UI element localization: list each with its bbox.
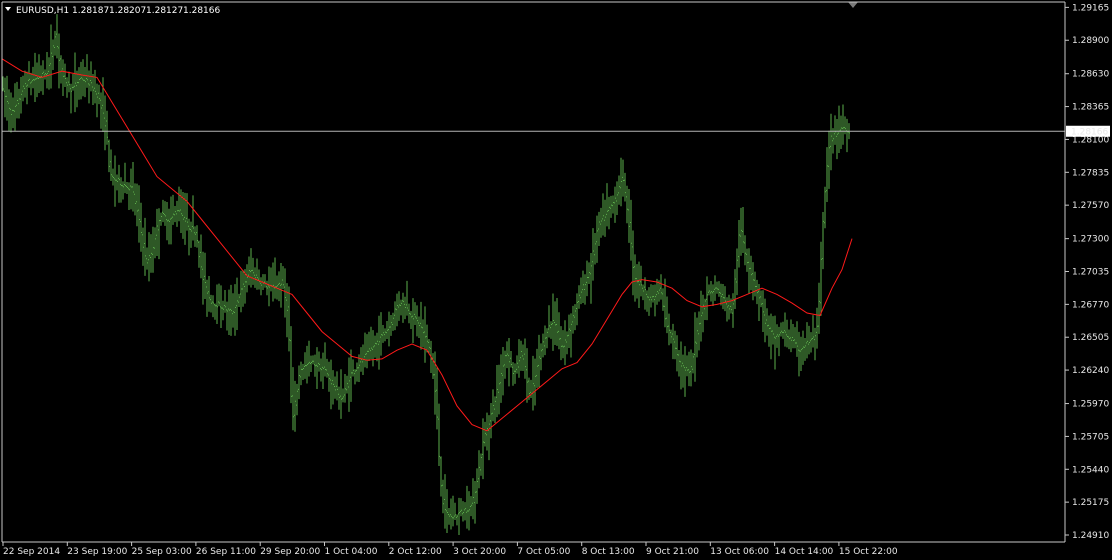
price-tick-label: 1.28630: [1072, 70, 1109, 80]
time-tick-label: 3 Oct 20:00: [453, 547, 506, 557]
price-tick-label: 1.25440: [1072, 465, 1109, 475]
price-tick-label: 1.25175: [1072, 498, 1109, 508]
time-tick-label: 1 Oct 04:00: [325, 547, 378, 557]
price-tick-label: 1.29165: [1072, 3, 1109, 13]
time-tick-label: 25 Sep 03:00: [132, 547, 192, 557]
price-tick-label: 1.28900: [1072, 36, 1109, 46]
price-tick-label: 1.25970: [1072, 400, 1109, 410]
time-tick-label: 8 Oct 13:00: [582, 547, 635, 557]
price-tick-label: 1.27300: [1072, 235, 1109, 245]
price-tick-label: 1.27835: [1072, 168, 1109, 178]
chart-window[interactable]: EURUSD,H1 1.28187 1.28207 1.28127 1.2816…: [0, 0, 1112, 560]
open-price: 1.28187: [72, 6, 109, 16]
price-tick-label: 1.28365: [1072, 103, 1109, 113]
price-chart[interactable]: EURUSD,H1 1.28187 1.28207 1.28127 1.2816…: [0, 0, 1112, 560]
time-tick-label: 29 Sep 20:00: [260, 547, 320, 557]
price-tick-label: 1.26505: [1072, 333, 1109, 343]
symbol-timeframe-label: EURUSD,H1: [16, 6, 69, 16]
time-tick-label: 14 Oct 14:00: [775, 547, 834, 557]
price-tick-label: 1.26770: [1072, 300, 1109, 310]
high-price: 1.28207: [109, 6, 146, 16]
time-tick-label: 7 Oct 05:00: [517, 547, 570, 557]
close-price: 1.28166: [183, 6, 220, 16]
time-tick-label: 15 Oct 22:00: [839, 547, 898, 557]
time-tick-label: 22 Sep 2014: [3, 547, 60, 557]
price-tick-label: 1.25705: [1072, 432, 1109, 442]
time-tick-label: 2 Oct 12:00: [389, 547, 442, 557]
price-tick-label: 1.24910: [1072, 531, 1109, 541]
price-tick-label: 1.27570: [1072, 201, 1109, 211]
chart-background: [0, 0, 1112, 560]
price-tick-label: 1.27035: [1072, 268, 1109, 278]
time-tick-label: 26 Sep 11:00: [196, 547, 256, 557]
chart-header: EURUSD,H1 1.28187 1.28207 1.28127 1.2816…: [5, 6, 220, 16]
time-tick-label: 23 Sep 19:00: [67, 547, 127, 557]
price-tick-label: 1.26240: [1072, 366, 1109, 376]
current-price-label-text: 1.28166: [1071, 127, 1108, 137]
time-tick-label: 13 Oct 06:00: [710, 547, 769, 557]
current-price-label: 1.28166: [1066, 125, 1110, 137]
time-tick-label: 9 Oct 21:00: [646, 547, 699, 557]
low-price: 1.28127: [146, 6, 183, 16]
